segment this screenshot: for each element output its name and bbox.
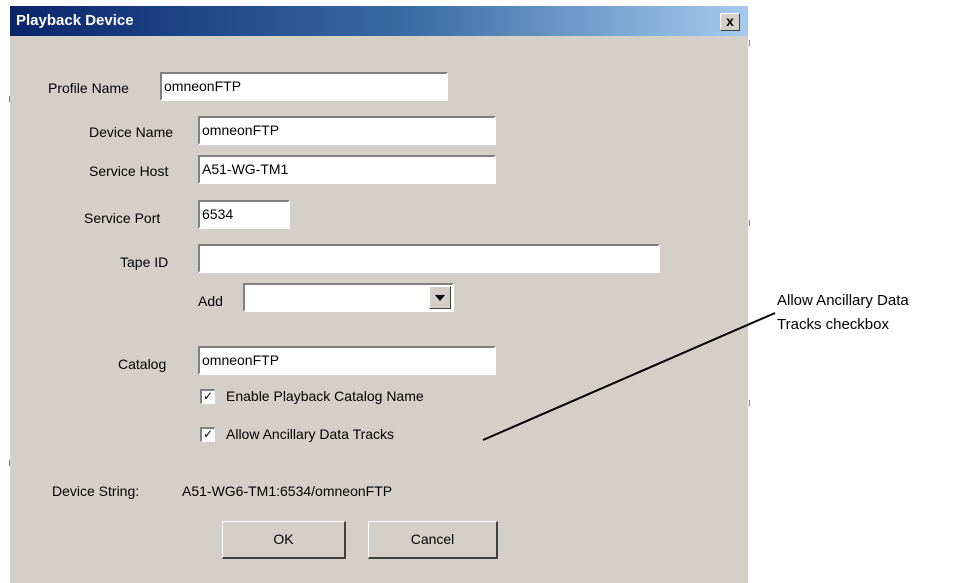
callout-text: Allow Ancillary Data Tracks checkbox (777, 289, 909, 337)
callout-line-2: Tracks checkbox (777, 316, 889, 333)
callout-line-1: Allow Ancillary Data (777, 292, 909, 309)
